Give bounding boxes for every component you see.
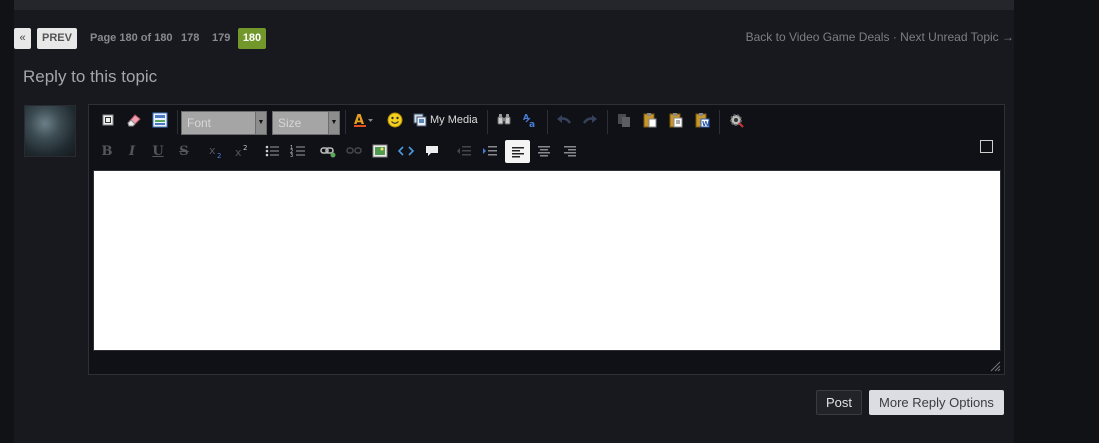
maximize-checkbox[interactable] <box>980 140 993 153</box>
underline-icon[interactable]: U <box>147 140 169 162</box>
undo-icon[interactable] <box>553 109 575 131</box>
toolbar-separator <box>719 110 720 134</box>
svg-text:x: x <box>235 146 242 159</box>
paste-word-icon[interactable]: W <box>691 109 713 131</box>
next-unread-topic-link[interactable]: Next Unread Topic → <box>900 30 1014 44</box>
reply-text-area[interactable] <box>93 170 1001 351</box>
toolbar-separator <box>607 110 608 134</box>
toolbar-row-2: B I U S x2 x2 123 <box>95 140 995 166</box>
more-reply-options-button[interactable]: More Reply Options <box>869 390 1004 415</box>
current-page: 180 <box>238 28 266 49</box>
link-icon[interactable] <box>317 140 339 162</box>
right-background <box>1014 0 1099 443</box>
main-panel: « PREV Page 180 of 180 178 179 180 Back … <box>14 0 1014 443</box>
bold-icon[interactable]: B <box>96 140 118 162</box>
user-avatar <box>24 105 76 157</box>
svg-text:x: x <box>209 144 216 157</box>
page-info: Page 180 of 180 <box>90 32 173 44</box>
toolbar-separator <box>177 110 178 134</box>
subscript-icon[interactable]: x2 <box>205 140 227 162</box>
superscript-icon[interactable]: x2 <box>231 140 253 162</box>
bulleted-list-icon[interactable] <box>261 140 283 162</box>
paste-icon[interactable] <box>639 109 661 131</box>
my-media-button[interactable]: My Media <box>413 109 478 131</box>
link-separator: · <box>892 30 897 44</box>
emoticon-icon[interactable] <box>384 109 406 131</box>
quote-icon[interactable] <box>421 140 443 162</box>
toolbar-separator <box>345 110 346 134</box>
top-bar <box>14 0 1014 10</box>
topic-nav-links: Back to Video Game Deals · Next Unread T… <box>746 30 1014 44</box>
prev-page-button[interactable]: PREV <box>37 28 77 49</box>
media-icon <box>413 113 427 127</box>
svg-text:2: 2 <box>217 152 221 159</box>
toolbar-row-1: Font ▼ Size ▼ A My Media Aa W <box>95 109 995 135</box>
image-icon[interactable] <box>369 140 391 162</box>
svg-text:3: 3 <box>290 153 293 158</box>
source-icon[interactable] <box>97 109 119 131</box>
italic-icon[interactable]: I <box>121 140 143 162</box>
code-icon[interactable] <box>395 140 417 162</box>
paste-text-icon[interactable] <box>665 109 687 131</box>
unlink-icon[interactable] <box>343 140 365 162</box>
font-select[interactable]: Font ▼ <box>181 111 267 135</box>
replace-icon[interactable]: Aa <box>519 109 541 131</box>
copy-icon[interactable] <box>613 109 635 131</box>
text-color-icon[interactable]: A <box>351 109 377 131</box>
resize-handle-icon[interactable] <box>989 360 1001 372</box>
svg-text:W: W <box>702 120 710 128</box>
page-link-179[interactable]: 179 <box>212 28 230 49</box>
find-icon[interactable] <box>493 109 515 131</box>
align-center-icon[interactable] <box>533 140 555 162</box>
strikethrough-icon[interactable]: S <box>173 140 195 162</box>
numbered-list-icon[interactable]: 123 <box>287 140 309 162</box>
reply-heading: Reply to this topic <box>23 67 158 86</box>
redo-icon[interactable] <box>579 109 601 131</box>
first-page-button[interactable]: « <box>14 28 31 49</box>
align-right-icon[interactable] <box>559 140 581 162</box>
post-button[interactable]: Post <box>816 390 862 415</box>
size-select[interactable]: Size ▼ <box>272 111 340 135</box>
rich-text-editor: Font ▼ Size ▼ A My Media Aa W B I U S x … <box>88 104 1005 375</box>
toolbar-separator <box>487 110 488 134</box>
page-link-178[interactable]: 178 <box>181 28 199 49</box>
align-left-icon[interactable] <box>505 140 530 163</box>
indent-icon[interactable] <box>479 140 501 162</box>
svg-text:2: 2 <box>243 144 247 152</box>
toolbar-separator <box>547 110 548 134</box>
remove-format-icon[interactable] <box>149 109 171 131</box>
back-to-forum-link[interactable]: Back to Video Game Deals <box>746 30 890 44</box>
settings-icon[interactable] <box>725 109 747 131</box>
svg-text:a: a <box>529 120 535 128</box>
eraser-icon[interactable] <box>123 109 145 131</box>
outdent-icon[interactable] <box>453 140 475 162</box>
